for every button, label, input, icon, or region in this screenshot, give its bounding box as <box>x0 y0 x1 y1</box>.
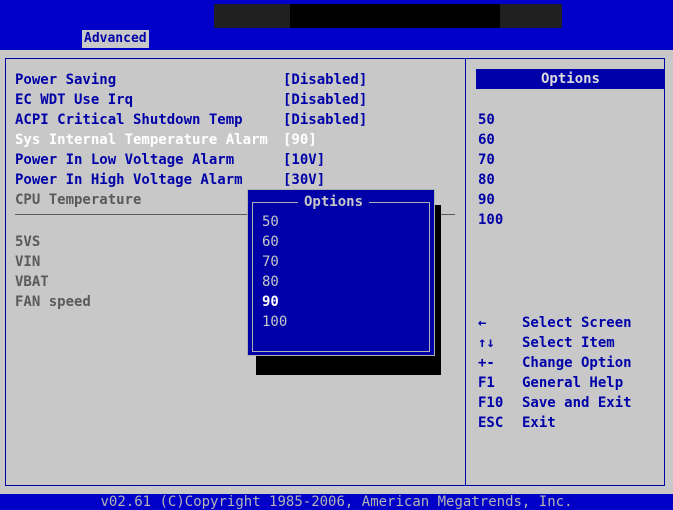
key-help-row: F10 Save and Exit <box>478 393 632 413</box>
popup-option[interactable]: 70 <box>262 252 287 272</box>
setting-value: [Disabled] <box>283 112 368 128</box>
options-panel-item: 60 <box>478 132 495 148</box>
setting-row[interactable]: Power Saving [Disabled] <box>15 70 367 90</box>
options-panel-item: 70 <box>478 152 495 168</box>
key-help-row: +- Change Option <box>478 353 632 373</box>
key-help-text: Save and Exit <box>522 395 632 411</box>
reading-label: FAN speed <box>15 294 91 310</box>
key-help-panel: ← Select Screen ↑↓ Select Item +- Change Opti… <box>478 313 632 433</box>
key-help-row: ESC Exit <box>478 413 632 433</box>
key-help-key: ESC <box>478 415 504 431</box>
setting-label: Power Saving <box>15 72 117 88</box>
title-bar-block <box>290 4 500 28</box>
options-panel-item: 80 <box>478 172 495 188</box>
setting-value: [90] <box>283 132 317 148</box>
setting-label: Sys Internal Temperature Alarm <box>15 132 268 148</box>
key-help-key: F1 <box>478 375 495 391</box>
setting-label: Power In High Voltage Alarm <box>15 172 243 188</box>
setting-label: Power In Low Voltage Alarm <box>15 152 235 168</box>
setting-value: [Disabled] <box>283 92 368 108</box>
setting-row[interactable]: Power In Low Voltage Alarm [10V] <box>15 150 325 170</box>
key-help-text: Select Screen <box>522 315 632 331</box>
key-help-text: General Help <box>522 375 624 391</box>
popup-option[interactable]: 60 <box>262 232 287 252</box>
title-bar-block <box>214 4 290 28</box>
popup-title: Options <box>298 192 370 212</box>
options-popup[interactable]: Options 50 60 70 80 90 100 <box>247 189 435 356</box>
setting-row[interactable]: Power In High Voltage Alarm [30V] <box>15 170 325 190</box>
key-help-text: Change Option <box>522 355 632 371</box>
setting-label: CPU Temperature <box>15 192 142 208</box>
setting-label: EC WDT Use Irq <box>15 92 134 108</box>
setting-value: [10V] <box>283 152 326 168</box>
key-help-row: ↑↓ Select Item <box>478 333 632 353</box>
key-help-text: Select Item <box>522 335 615 351</box>
key-help-key: ↑↓ <box>478 335 495 351</box>
setting-row[interactable]: ACPI Critical Shutdown Temp [Disabled] <box>15 110 367 130</box>
setting-row[interactable]: EC WDT Use Irq [Disabled] <box>15 90 367 110</box>
setting-value: [Disabled] <box>283 72 368 88</box>
popup-option[interactable]: 80 <box>262 272 287 292</box>
key-help-key: +- <box>478 355 495 371</box>
reading-label: 5VS <box>15 234 41 250</box>
options-panel-item: 100 <box>478 212 504 228</box>
popup-options-list: 50 60 70 80 90 100 <box>262 212 287 332</box>
key-help-row: F1 General Help <box>478 373 632 393</box>
copyright-footer: v02.61 (C)Copyright 1985-2006, American … <box>0 494 673 510</box>
setting-label: ACPI Critical Shutdown Temp <box>15 112 243 128</box>
key-help-row: ← Select Screen <box>478 313 632 333</box>
options-panel-list: 50 60 70 80 90 100 <box>478 110 503 230</box>
title-bar-block <box>500 4 562 28</box>
bios-title-bar <box>0 0 673 28</box>
key-help-key: ← <box>478 315 487 331</box>
options-panel-header: Options <box>476 69 665 89</box>
options-panel-item: 90 <box>478 192 495 208</box>
key-help-key: F10 <box>478 395 504 411</box>
panel-divider <box>465 58 466 486</box>
setting-row[interactable]: Sys Internal Temperature Alarm [90] <box>15 130 317 150</box>
setting-row: CPU Temperature <box>15 190 283 210</box>
key-help-text: Exit <box>522 415 556 431</box>
popup-option[interactable]: 50 <box>262 212 287 232</box>
options-panel-item: 50 <box>478 112 495 128</box>
tab-advanced[interactable]: Advanced <box>82 30 149 48</box>
popup-option[interactable]: 90 <box>262 292 287 312</box>
reading-label: VIN <box>15 254 41 270</box>
setting-value: [30V] <box>283 172 326 188</box>
reading-label: VBAT <box>15 274 49 290</box>
popup-option[interactable]: 100 <box>262 312 287 332</box>
